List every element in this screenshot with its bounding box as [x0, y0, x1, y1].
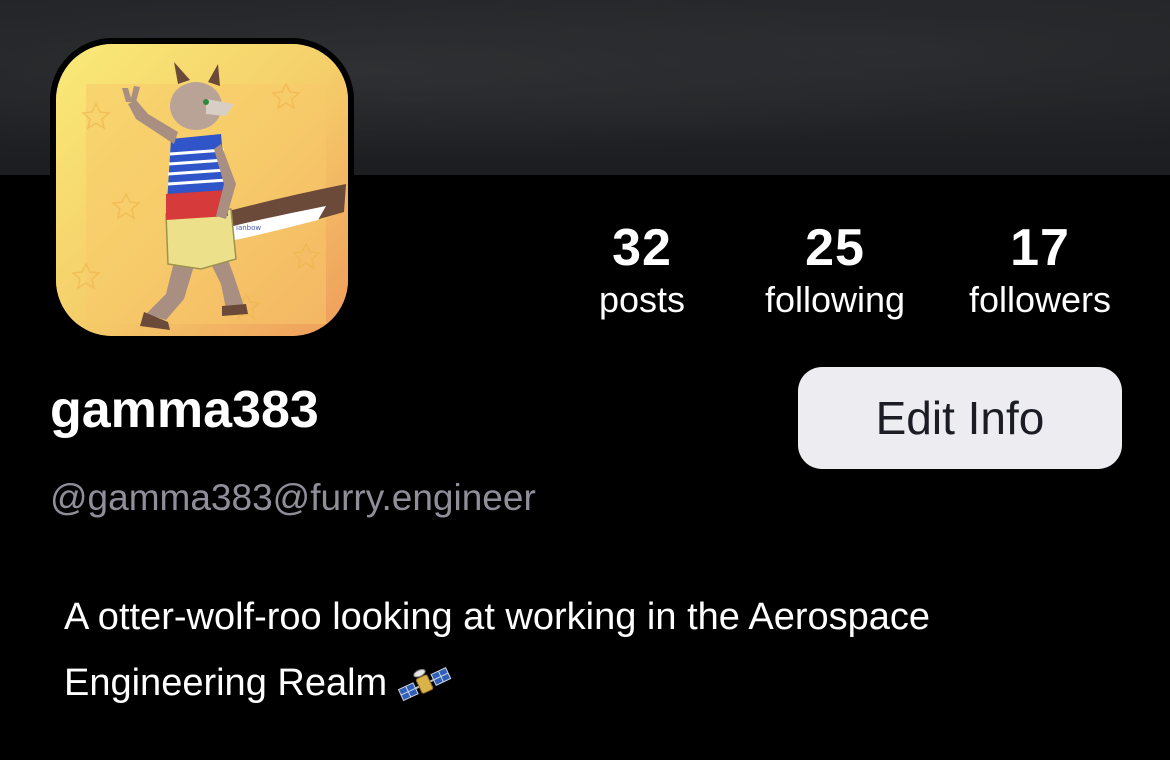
- followers-stat[interactable]: 17 followers: [950, 218, 1130, 322]
- edit-info-button[interactable]: Edit Info: [798, 367, 1122, 469]
- following-count: 25: [805, 219, 865, 277]
- posts-count: 32: [612, 219, 672, 277]
- posts-label: posts: [598, 279, 686, 320]
- profile-stats: 32 posts 25 following 17 followers: [0, 218, 1170, 328]
- display-name: gamma383: [50, 381, 319, 439]
- account-handle: @gamma383@furry.engineer: [50, 477, 536, 518]
- following-label: following: [764, 279, 906, 320]
- satellite-icon: [398, 666, 452, 702]
- profile-bio: A otter-wolf-roo looking at working in t…: [64, 584, 1124, 716]
- bio-line: A otter-wolf-roo looking at working in t…: [64, 596, 931, 638]
- profile-page: ianbow 32 posts 25 following 17 follower…: [0, 0, 1170, 760]
- following-stat[interactable]: 25 following: [745, 218, 925, 322]
- followers-count: 17: [1010, 219, 1070, 277]
- bio-line-text: Engineering Realm: [64, 662, 388, 704]
- followers-label: followers: [968, 279, 1112, 320]
- bio-line-with-emoji: Engineering Realm: [64, 650, 1124, 716]
- posts-stat[interactable]: 32 posts: [552, 218, 732, 322]
